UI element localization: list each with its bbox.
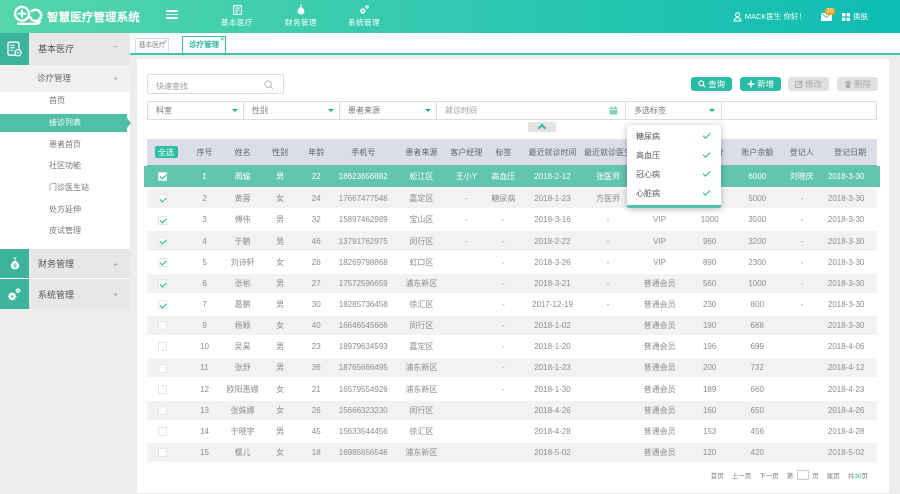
- svg-text:$: $: [13, 264, 16, 270]
